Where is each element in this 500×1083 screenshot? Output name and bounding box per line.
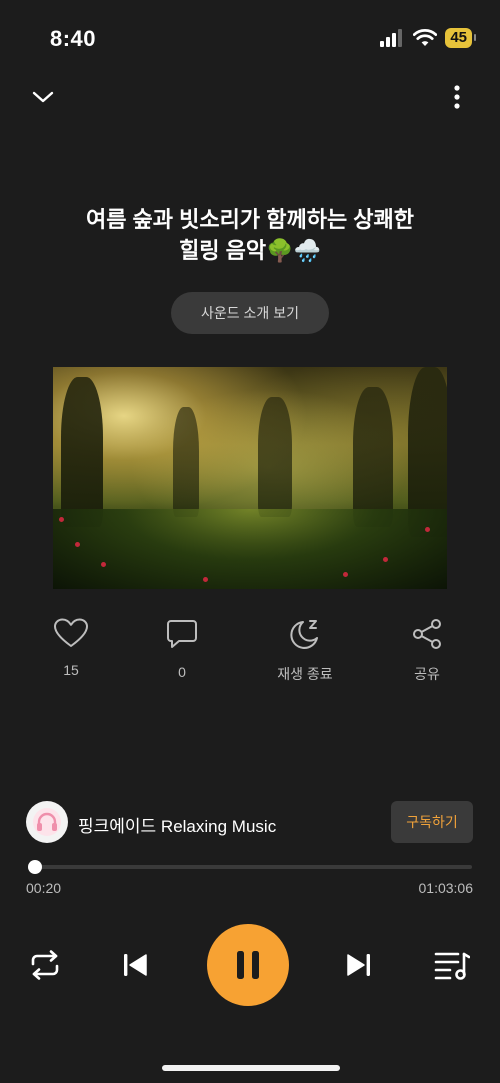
track-title-line2: 힐링 음악🌳🌧️ <box>179 238 321 263</box>
album-artwork <box>53 367 447 589</box>
repeat-icon <box>31 950 59 980</box>
chevron-down-icon <box>32 91 54 103</box>
status-time: 8:40 <box>50 26 97 51</box>
sleep-timer-action[interactable]: 재생 종료 <box>260 618 350 684</box>
channel-name[interactable]: 핑크에이드 Relaxing Music <box>78 812 276 837</box>
previous-icon <box>124 954 147 976</box>
sound-intro-button[interactable]: 사운드 소개 보기 <box>171 292 329 334</box>
headphones-icon <box>33 808 61 836</box>
like-action[interactable]: 15 <box>26 618 116 678</box>
next-button[interactable] <box>340 946 378 984</box>
share-icon <box>413 619 441 649</box>
more-options-button[interactable] <box>444 82 470 112</box>
total-time: 01:03:06 <box>418 880 474 896</box>
status-icons: 45 <box>379 28 476 48</box>
subscribe-button[interactable]: 구독하기 <box>391 801 473 843</box>
progress-bar[interactable] <box>28 860 472 874</box>
current-time: 00:20 <box>26 880 62 896</box>
comment-action[interactable]: 0 <box>137 618 227 680</box>
collapse-button[interactable] <box>28 82 58 112</box>
playlist-button[interactable] <box>432 946 472 984</box>
progress-thumb[interactable] <box>28 860 43 874</box>
home-indicator[interactable] <box>162 1065 340 1071</box>
track-title-line1: 여름 숲과 빗소리가 함께하는 상쾌한 <box>85 207 415 232</box>
heart-icon <box>54 618 88 647</box>
cellular-signal-icon <box>380 29 403 47</box>
previous-button[interactable] <box>116 946 154 984</box>
battery-icon: 45 <box>445 28 476 48</box>
pause-icon <box>237 951 259 979</box>
pause-button[interactable] <box>207 924 289 1006</box>
comment-count: 0 <box>178 664 186 680</box>
comment-icon <box>167 620 197 648</box>
share-action[interactable]: 공유 <box>382 618 472 684</box>
playlist-icon <box>434 952 470 980</box>
like-count: 15 <box>63 662 79 678</box>
sleep-timer-label: 재생 종료 <box>277 666 333 682</box>
more-vertical-icon <box>454 85 460 109</box>
track-title: 여름 숲과 빗소리가 함께하는 상쾌한 힐링 음악🌳🌧️ <box>40 204 460 266</box>
share-label: 공유 <box>414 666 440 682</box>
wifi-icon <box>413 29 438 46</box>
channel-avatar[interactable] <box>26 801 68 843</box>
sleep-timer-icon <box>290 620 318 649</box>
repeat-button[interactable] <box>26 946 64 984</box>
next-icon <box>347 954 370 976</box>
